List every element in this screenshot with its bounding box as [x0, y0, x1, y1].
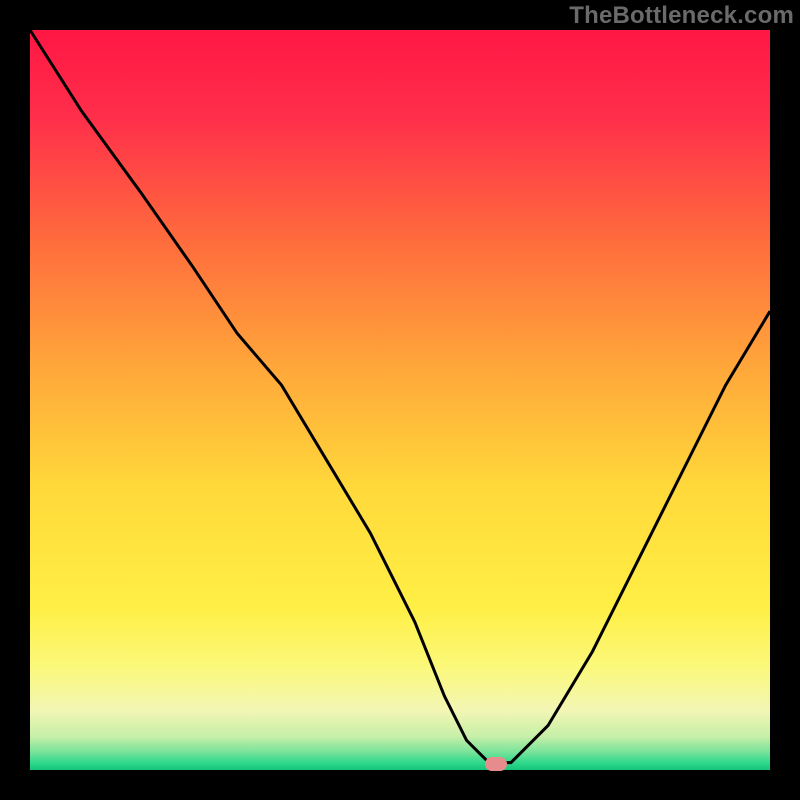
- gradient-background: [30, 30, 770, 770]
- chart-svg: [30, 30, 770, 770]
- optimal-marker: [485, 757, 507, 771]
- chart-frame: TheBottleneck.com: [0, 0, 800, 800]
- plot-area: [30, 30, 770, 770]
- watermark-text: TheBottleneck.com: [569, 2, 794, 30]
